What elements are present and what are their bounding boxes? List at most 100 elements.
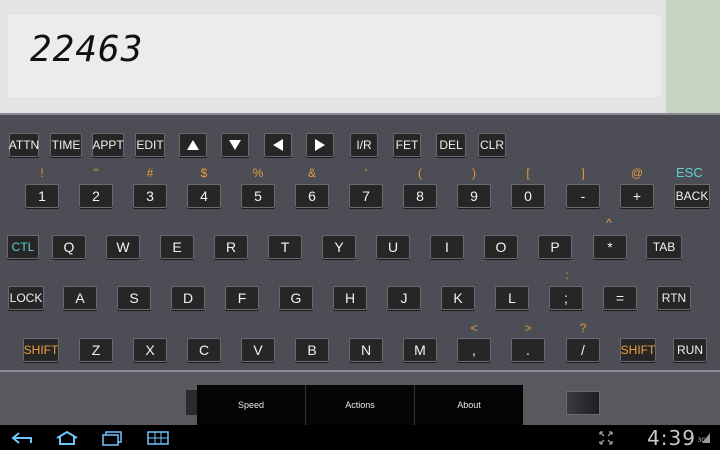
key-z[interactable]: Z: [79, 338, 113, 362]
key-o[interactable]: O: [484, 235, 518, 259]
symbol-rbracket: ]: [581, 166, 585, 180]
back-icon[interactable]: [8, 429, 34, 446]
status-clock[interactable]: 4:39: [647, 426, 696, 450]
display-value: 22463: [30, 29, 144, 70]
key-4[interactable]: 4: [187, 184, 221, 208]
key-edit[interactable]: EDIT: [135, 133, 165, 157]
symbol-quote: ": [93, 166, 99, 180]
key-x[interactable]: X: [133, 338, 167, 362]
menu-grid-icon[interactable]: [146, 429, 170, 446]
key-y[interactable]: Y: [322, 235, 356, 259]
key-semicolon[interactable]: ;: [549, 286, 583, 310]
symbol-hash: #: [146, 166, 154, 180]
key-d[interactable]: D: [171, 286, 205, 310]
menu-item-about[interactable]: About: [415, 385, 523, 425]
key-7[interactable]: 7: [349, 184, 383, 208]
key-9[interactable]: 9: [457, 184, 491, 208]
symbol-dollar: $: [200, 166, 208, 180]
key-b[interactable]: B: [295, 338, 329, 362]
key-fet[interactable]: FET: [393, 133, 421, 157]
key-v[interactable]: V: [241, 338, 275, 362]
key-c[interactable]: C: [187, 338, 221, 362]
key-minus[interactable]: -: [566, 184, 600, 208]
symbol-amp: &: [307, 166, 316, 180]
symbol-colon: :: [565, 268, 569, 282]
key-appt[interactable]: APPT: [92, 133, 124, 157]
key-2[interactable]: 2: [79, 184, 113, 208]
key-n[interactable]: N: [349, 338, 383, 362]
key-lock[interactable]: LOCK: [8, 286, 44, 310]
symbol-question: ?: [579, 321, 587, 335]
app-top-area: 22463: [0, 0, 720, 115]
symbol-lbracket: [: [526, 166, 530, 180]
key-h[interactable]: H: [333, 286, 367, 310]
key-u[interactable]: U: [376, 235, 410, 259]
key-r[interactable]: R: [214, 235, 248, 259]
symbol-caret: ^: [606, 216, 612, 230]
screen-compat-icon[interactable]: [598, 429, 614, 446]
key-1[interactable]: 1: [25, 184, 59, 208]
key-shift-right[interactable]: SHIFT: [620, 338, 656, 362]
key-i-r[interactable]: I/R: [350, 133, 378, 157]
key-0[interactable]: 0: [511, 184, 545, 208]
key-3[interactable]: 3: [133, 184, 167, 208]
arrow-key-right[interactable]: [306, 133, 334, 157]
arrow-key-up[interactable]: [179, 133, 207, 157]
key-tab[interactable]: TAB: [646, 235, 682, 259]
symbol-lparen: (: [418, 166, 422, 180]
arrow-key-left[interactable]: [264, 133, 292, 157]
key-a[interactable]: A: [63, 286, 97, 310]
dark-square-button[interactable]: [566, 391, 600, 415]
key-plus[interactable]: +: [620, 184, 654, 208]
system-navbar: 4:39 3G: [0, 425, 720, 450]
key-j[interactable]: J: [387, 286, 421, 310]
symbol-less: <: [470, 321, 478, 335]
left-arrow-icon: [273, 139, 283, 151]
key-comma[interactable]: ,: [457, 338, 491, 362]
symbol-apostrophe: ': [364, 166, 368, 180]
key-g[interactable]: G: [279, 286, 313, 310]
key-m[interactable]: M: [403, 338, 437, 362]
virtual-keyboard: ATTN TIME APPT EDIT I/R FET DEL CLR! " # $% & '()[] @…: [0, 113, 720, 370]
key-i[interactable]: I: [430, 235, 464, 259]
key-ctl[interactable]: CTL: [7, 235, 39, 259]
key-6[interactable]: 6: [295, 184, 329, 208]
key-period[interactable]: .: [511, 338, 545, 362]
side-panel: [666, 0, 720, 115]
home-icon[interactable]: [54, 429, 80, 446]
symbol-at: @: [630, 166, 644, 180]
up-arrow-icon: [187, 140, 199, 150]
key-shift-left[interactable]: SHIFT: [23, 338, 59, 362]
down-arrow-icon: [229, 140, 241, 150]
key-back[interactable]: BACK: [674, 184, 710, 208]
menu-item-speed[interactable]: Speed: [197, 385, 306, 425]
key-w[interactable]: W: [106, 235, 140, 259]
key-rtn[interactable]: RTN: [657, 286, 691, 310]
key-equals[interactable]: =: [603, 286, 637, 310]
key-asterisk[interactable]: *: [593, 235, 627, 259]
key-attn[interactable]: ATTN: [9, 133, 39, 157]
key-clr[interactable]: CLR: [478, 133, 506, 157]
key-f[interactable]: F: [225, 286, 259, 310]
key-slash[interactable]: /: [566, 338, 600, 362]
key-t[interactable]: T: [268, 235, 302, 259]
key-8[interactable]: 8: [403, 184, 437, 208]
calculator-display: 22463: [8, 15, 661, 97]
signal-icon: [700, 429, 712, 446]
key-p[interactable]: P: [538, 235, 572, 259]
key-s[interactable]: S: [117, 286, 151, 310]
key-run[interactable]: RUN: [673, 338, 707, 362]
key-time[interactable]: TIME: [50, 133, 82, 157]
recent-apps-icon[interactable]: [100, 429, 124, 446]
symbol-percent: %: [252, 166, 264, 180]
key-q[interactable]: Q: [52, 235, 86, 259]
key-k[interactable]: K: [441, 286, 475, 310]
menu-item-actions[interactable]: Actions: [306, 385, 415, 425]
arrow-key-down[interactable]: [221, 133, 249, 157]
symbol-exclaim: !: [40, 166, 44, 180]
options-menu: Speed Actions About: [197, 385, 523, 425]
key-5[interactable]: 5: [241, 184, 275, 208]
key-e[interactable]: E: [160, 235, 194, 259]
key-del[interactable]: DEL: [436, 133, 466, 157]
key-l[interactable]: L: [495, 286, 529, 310]
